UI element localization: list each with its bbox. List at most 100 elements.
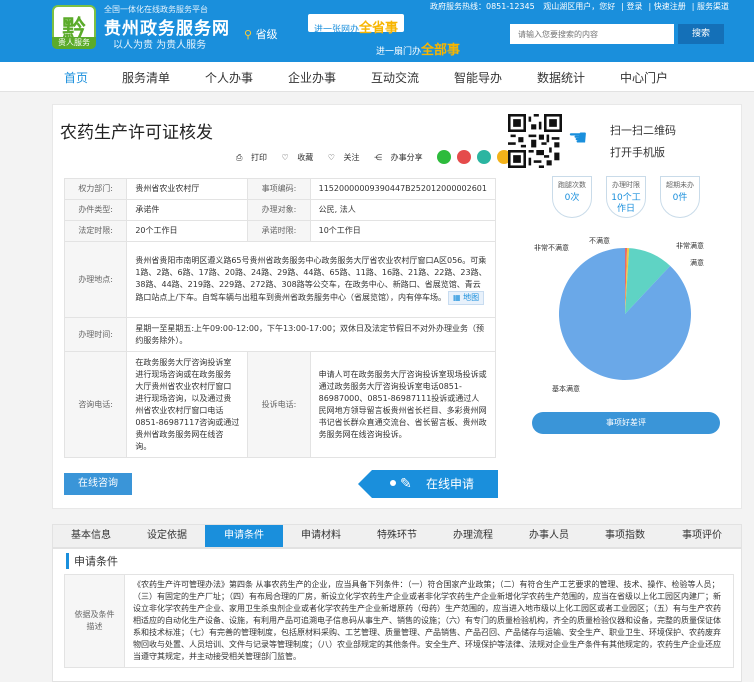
stat-time-limit-value: 10个工作日 [611, 193, 641, 214]
nav-smart-guide[interactable]: 智能导办 [454, 69, 502, 86]
stat-overdue-value: 0件 [672, 193, 688, 203]
slogan-one: 进一张网办全省事 [308, 14, 405, 36]
info-table: 权力部门: 贵州省农业农村厅 事项编码: 11520000009390447B2… [63, 178, 497, 458]
favorite-button[interactable]: ♡ 收藏 [282, 153, 320, 162]
hotline: 政府服务热线：0851-12345 [430, 2, 535, 11]
follow-button[interactable]: ♡ 关注 [328, 153, 366, 162]
main-nav: 首页 服务清单 个人办事 企业办事 互动交流 智能导办 数据统计 中心门户 [0, 62, 754, 92]
nav-portal[interactable]: 中心门户 [620, 69, 668, 86]
nav-home[interactable]: 首页 [64, 69, 88, 86]
tab-index[interactable]: 事项指数 [587, 525, 663, 547]
search-button[interactable]: 搜索 [678, 24, 724, 44]
stat-overdue-label: 超期未办 [666, 181, 694, 189]
pie-label-satisfied: 满意 [690, 259, 704, 267]
logo-tag: 贵人服务 [52, 37, 96, 49]
hours-label: 办理时间: [63, 317, 128, 352]
code-label: 事项编码: [247, 178, 311, 200]
target-label: 办理对象: [247, 199, 311, 221]
pie-label-basic: 基本满意 [552, 385, 580, 393]
stat-time-limit-label: 办理时限 [612, 181, 640, 189]
slogan-two: 进一扇门办全部事 [376, 43, 461, 58]
tab-basis[interactable]: 设定依据 [129, 525, 205, 547]
stat-visits: 跑腿次数 0次 [552, 176, 592, 218]
qr-text-mobile: 打开手机版 [610, 146, 665, 159]
tab-basic-info[interactable]: 基本信息 [53, 525, 129, 547]
conditions-label: 依据及条件描述 [64, 574, 125, 668]
dot-icon [390, 480, 396, 486]
share-toolbar: ⎙ 打印 ♡ 收藏 ♡ 关注 ⋲ 办事分享 [236, 150, 517, 164]
site-header: 黔 贵人服务 全国一体化在线政务服务平台 贵州政务服务网 以人为贵 为贵人服务 … [0, 0, 754, 62]
login-link[interactable]: 登录 [627, 2, 643, 11]
site-slogan: 以人为贵 为贵人服务 [113, 40, 207, 51]
online-apply-button[interactable]: ✎ 在线申请 [358, 470, 498, 498]
location-pin-icon: ⚲ [244, 28, 253, 41]
complaint-label: 投诉电话: [247, 351, 311, 458]
qr-text-scan: 扫一扫二维码 [610, 124, 676, 137]
authority-value: 贵州省农业农村厅 [126, 178, 249, 200]
print-icon: ⎙ [236, 152, 243, 162]
conditions-heading: 申请条件 [66, 553, 118, 569]
region-selector[interactable]: ⚲ 省级 [244, 26, 278, 42]
pie-label-very-satisfied: 非常满意 [676, 242, 704, 250]
qr-code [508, 114, 562, 168]
code-value: 11520000009390447B252012000002601 [309, 178, 497, 200]
tab-process[interactable]: 办理流程 [435, 525, 511, 547]
type-label: 办件类型: [63, 199, 128, 221]
region-label: 省级 [255, 28, 278, 41]
authority-label: 权力部门: [63, 178, 128, 200]
pie-label-very-unsatisfied: 非常不满意 [534, 244, 569, 252]
promise-limit-value: 10个工作日 [309, 220, 497, 242]
consult-value: 在政务服务大厅咨询投诉室进行现场咨询或在政务服务大厅贵州省农业农村厅窗口进行现场… [126, 351, 249, 458]
share-label: ⋲ 办事分享 [374, 152, 423, 162]
pie-slice-满意 [559, 248, 691, 380]
conditions-table: 依据及条件描述 《农药生产许可管理办法》第四条 从事农药生产的企业，应当具备下列… [64, 574, 734, 668]
wechat-icon[interactable] [437, 150, 452, 164]
legal-limit-value: 20个工作日 [126, 220, 249, 242]
nav-personal[interactable]: 个人办事 [205, 69, 253, 86]
complaint-value: 申请人可在政务服务大厅咨询投诉室现场投诉或通过政务服务大厅咨询投诉室电话0851… [309, 351, 497, 458]
promise-limit-label: 承诺时限: [247, 220, 311, 242]
nav-enterprise[interactable]: 企业办事 [288, 69, 336, 86]
stat-visits-value: 0次 [564, 193, 580, 203]
hours-value: 星期一至星期五:上午09:00-12:00，下午13:00-17:00；双休日及… [126, 317, 496, 352]
nav-service-list[interactable]: 服务清单 [122, 69, 170, 86]
service-channel-link[interactable]: 服务渠道 [697, 2, 729, 11]
location-label: 办理地点: [63, 241, 128, 318]
detail-tabs: 基本信息 设定依据 申请条件 申请材料 特殊环节 办理流程 办事人员 事项指数 … [52, 524, 742, 548]
heart-outline-icon: ♡ [327, 152, 335, 162]
rate-item-button[interactable]: 事项好差评 [532, 412, 720, 434]
stat-overdue: 超期未办 0件 [660, 176, 700, 218]
search-input[interactable] [510, 24, 674, 44]
page-title: 农药生产许可证核发 [60, 123, 213, 143]
site-logo[interactable]: 黔 贵人服务 [52, 5, 96, 49]
top-bar: 政府服务热线：0851-12345 观山湖区用户，您好 | 登录 | 快速注册 | 服… [430, 2, 729, 11]
tab-materials[interactable]: 申请材料 [283, 525, 359, 547]
weibo-icon[interactable] [457, 150, 472, 164]
legal-limit-label: 法定时限: [63, 220, 128, 242]
conditions-text: 《农药生产许可管理办法》第四条 从事农药生产的企业，应当具备下列条件：（一）符合… [124, 574, 734, 668]
heart-icon: ♡ [281, 152, 289, 162]
pie-label-unsatisfied: 不满意 [589, 237, 610, 245]
edit-icon: ✎ [400, 476, 412, 492]
satisfaction-pie-chart [559, 248, 691, 380]
tab-conditions[interactable]: 申请条件 [205, 525, 283, 547]
nav-interaction[interactable]: 互动交流 [371, 69, 419, 86]
consult-label: 咨询电话: [63, 351, 128, 458]
target-value: 公民, 法人 [309, 199, 497, 221]
nav-statistics[interactable]: 数据统计 [537, 69, 585, 86]
douban-icon[interactable] [477, 150, 492, 164]
tab-special-steps[interactable]: 特殊环节 [359, 525, 435, 547]
user-greeting[interactable]: 观山湖区用户，您好 [543, 2, 615, 11]
banner-slogan: 进一张网办全省事 进一扇门办全部事 [308, 12, 508, 58]
register-link[interactable]: 快速注册 [654, 2, 686, 11]
map-icon: ▦ [453, 292, 461, 302]
tab-staff[interactable]: 办事人员 [511, 525, 587, 547]
online-consult-button[interactable]: 在线咨询 [64, 473, 132, 495]
stat-visits-label: 跑腿次数 [558, 181, 586, 189]
print-button[interactable]: ⎙ 打印 [236, 153, 273, 162]
stat-time-limit: 办理时限 10个工作日 [606, 176, 646, 218]
location-value: 贵州省贵阳市南明区遵义路65号贵州省政务服务中心政务服务大厅省农业农村厅窗口A区… [126, 241, 496, 318]
tab-evaluation[interactable]: 事项评价 [663, 525, 741, 547]
map-link[interactable]: ▦ 地图 [448, 290, 485, 305]
type-value: 承诺件 [126, 199, 249, 221]
